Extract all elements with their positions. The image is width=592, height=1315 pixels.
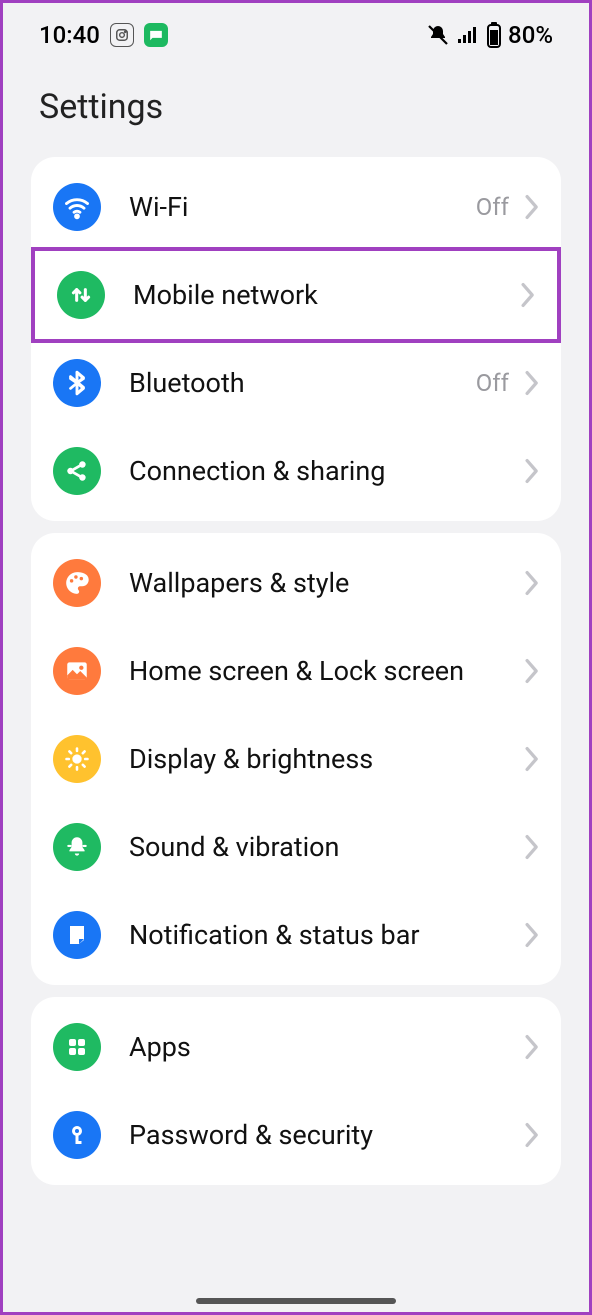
settings-row-password-security[interactable]: Password & security [31,1091,561,1179]
chevron-right-icon [523,834,539,860]
status-bar: 10:40 80% [3,3,589,59]
settings-row-wallpapers[interactable]: Wallpapers & style [31,539,561,627]
chevron-right-icon [523,1034,539,1060]
row-label: Password & security [129,1119,523,1151]
settings-row-apps[interactable]: Apps [31,1003,561,1091]
mobile-data-icon [57,271,105,319]
instagram-icon [110,23,134,47]
battery-icon [486,22,502,48]
settings-row-wifi[interactable]: Wi-FiOff [31,163,561,251]
chevron-right-icon [523,746,539,772]
chevron-right-icon [523,570,539,596]
brightness-icon [53,735,101,783]
status-time: 10:40 [39,21,100,49]
palette-icon [53,559,101,607]
chevron-right-icon [523,370,539,396]
share-icon [53,447,101,495]
row-label: Mobile network [133,279,519,311]
settings-group: Wi-FiOffMobile networkBluetoothOffConnec… [31,157,561,521]
row-label: Sound & vibration [129,831,523,863]
row-label: Home screen & Lock screen [129,655,523,687]
key-icon [53,1111,101,1159]
apps-icon [53,1023,101,1071]
settings-row-display[interactable]: Display & brightness [31,715,561,803]
row-label: Wi-Fi [129,191,476,223]
row-status: Off [476,193,509,221]
chevron-right-icon [523,658,539,684]
page-title: Settings [3,59,589,151]
chevron-right-icon [523,194,539,220]
row-label: Connection & sharing [129,455,523,487]
row-label: Wallpapers & style [129,567,523,599]
chevron-right-icon [523,1122,539,1148]
chevron-right-icon [523,922,539,948]
battery-percent: 80% [508,21,553,49]
row-label: Display & brightness [129,743,523,775]
settings-row-bluetooth[interactable]: BluetoothOff [31,339,561,427]
wifi-icon [53,183,101,231]
row-label: Apps [129,1031,523,1063]
row-label: Notification & status bar [129,919,523,951]
chevron-right-icon [523,458,539,484]
settings-row-home-lock[interactable]: Home screen & Lock screen [31,627,561,715]
bell-icon [53,823,101,871]
chevron-right-icon [519,282,535,308]
settings-row-notification[interactable]: Notification & status bar [31,891,561,979]
picture-icon [53,647,101,695]
home-indicator[interactable] [196,1298,396,1304]
row-status: Off [476,369,509,397]
bluetooth-icon [53,359,101,407]
signal-icon [456,23,480,47]
messages-icon [144,23,168,47]
settings-row-sound[interactable]: Sound & vibration [31,803,561,891]
settings-row-mobile-network[interactable]: Mobile network [31,247,561,343]
mute-icon [426,23,450,47]
row-label: Bluetooth [129,367,476,399]
settings-row-connection-sharing[interactable]: Connection & sharing [31,427,561,515]
settings-group: Apps Password & security [31,997,561,1185]
note-icon [53,911,101,959]
settings-group: Wallpapers & style Home screen & Lock scr… [31,533,561,985]
